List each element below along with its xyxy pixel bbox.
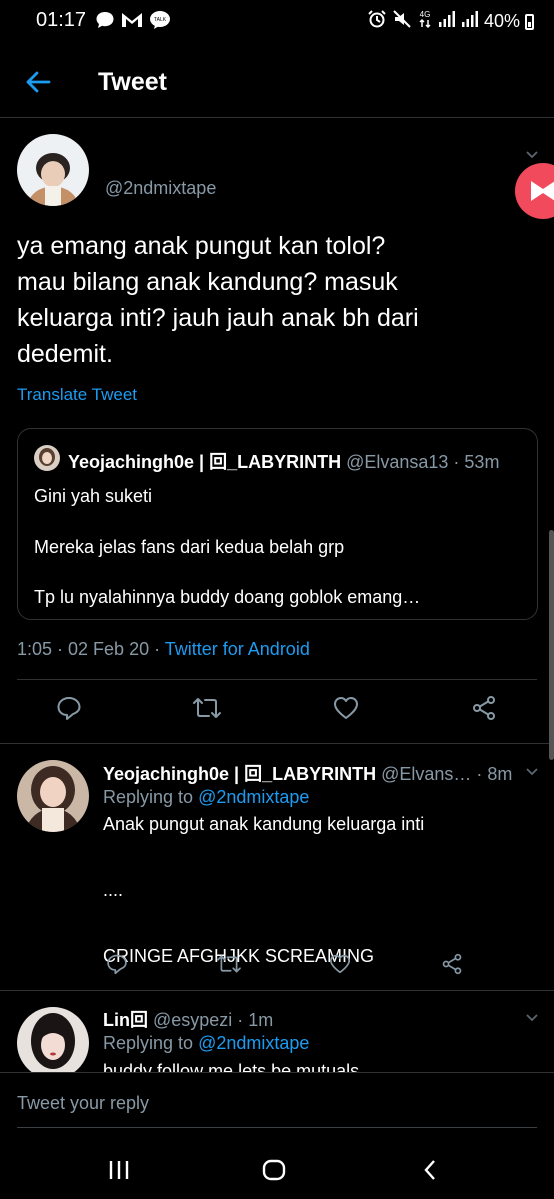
notification-icons: TALK xyxy=(95,10,171,35)
tweet-meta: 1:05 · 02 Feb 20 · Twitter for Android xyxy=(17,639,310,660)
reply-handle-time: @Elvans… · 8m xyxy=(376,764,513,784)
retweet-icon xyxy=(217,955,241,973)
floating-bubble-button[interactable] xyxy=(515,163,554,219)
reply-text: buddy follow me lets be mutuals xyxy=(103,1061,360,1072)
reply-tweet[interactable]: Yeojachingh0e | 回_LABYRINTH @Elvans… · 8… xyxy=(0,744,554,990)
share-button[interactable] xyxy=(437,949,467,979)
quote-line: Gini yah suketi xyxy=(34,486,153,506)
mute-icon xyxy=(392,9,412,34)
reply-header: Yeojachingh0e | 回_LABYRINTH @Elvans… · 8… xyxy=(103,760,512,786)
bowtie-icon xyxy=(531,181,554,201)
tweet-timestamp: 1:05 · 02 Feb 20 · xyxy=(17,639,165,659)
reply-author-name: Lin回 xyxy=(103,1010,148,1030)
quote-avatar xyxy=(34,445,60,471)
reply-icon xyxy=(57,697,81,720)
reply-header: Lin回 @esypezi · 1m xyxy=(103,1006,273,1032)
quote-handle-time: @Elvansa13 · 53m xyxy=(341,452,500,472)
scrollbar[interactable] xyxy=(549,530,554,760)
reply-handle-time: @esypezi · 1m xyxy=(148,1010,274,1030)
replying-to-mention[interactable]: @2ndmixtape xyxy=(198,1033,309,1053)
input-underline xyxy=(17,1127,537,1128)
home-icon xyxy=(262,1159,286,1181)
retweet-icon xyxy=(193,698,221,718)
battery-percent: 40% xyxy=(483,11,520,31)
svg-text:TALK: TALK xyxy=(154,17,167,23)
page-title: Tweet xyxy=(98,68,167,96)
app-header: Tweet xyxy=(0,44,554,118)
reply-input[interactable] xyxy=(17,1093,537,1114)
reply-author-name: Yeojachingh0e | 回_LABYRINTH xyxy=(103,764,377,784)
chat-bubble-icon xyxy=(95,10,115,35)
replying-to-label: Replying to xyxy=(103,1033,199,1053)
tweet-handle[interactable]: @2ndmixtape xyxy=(105,178,216,199)
system-nav-bar xyxy=(0,1142,554,1199)
network-4g-icon: 4G xyxy=(417,9,433,34)
quoted-tweet[interactable]: Yeojachingh0e | 回_LABYRINTH @Elvansa13 ·… xyxy=(17,428,538,620)
share-icon xyxy=(473,696,495,720)
quote-header: Yeojachingh0e | 回_LABYRINTH @Elvansa13 ·… xyxy=(68,448,499,474)
share-button[interactable] xyxy=(469,693,499,723)
system-status: 4G 40% xyxy=(367,9,534,34)
recent-apps-button[interactable] xyxy=(99,1154,139,1186)
status-bar: 01:17 TALK 4G 40% xyxy=(0,0,554,44)
home-button[interactable] xyxy=(254,1154,294,1186)
tweet-actions xyxy=(0,693,554,743)
retweet-button[interactable] xyxy=(214,949,244,979)
reply-text: Anak pungut anak kandung keluarga inti .… xyxy=(103,814,425,966)
quote-line: Tp lu nyalahinnya buddy doang goblok ema… xyxy=(34,587,421,607)
reply-icon xyxy=(107,954,127,975)
heart-icon xyxy=(334,697,358,719)
battery-icon xyxy=(525,13,534,30)
reply-tweet[interactable]: Lin回 @esypezi · 1m Replying to @2ndmixta… xyxy=(0,991,554,1072)
signal-icon-2 xyxy=(461,10,479,33)
quote-author-name: Yeojachingh0e | 回_LABYRINTH xyxy=(68,452,342,472)
back-chevron-icon xyxy=(424,1160,435,1180)
replying-to: Replying to @2ndmixtape xyxy=(103,1033,309,1054)
like-button[interactable] xyxy=(331,693,361,723)
avatar[interactable] xyxy=(17,760,89,832)
recent-apps-icon xyxy=(109,1161,129,1179)
chevron-down-icon[interactable] xyxy=(526,1011,538,1023)
tweet-text: ya emang anak pungut kan tolol? mau bila… xyxy=(17,232,419,368)
replying-to: Replying to @2ndmixtape xyxy=(103,787,309,808)
avatar[interactable] xyxy=(17,1007,89,1072)
svg-text:4G: 4G xyxy=(420,10,431,19)
reply-button[interactable] xyxy=(102,949,132,979)
kakaotalk-icon: TALK xyxy=(149,10,171,35)
gmail-icon xyxy=(121,11,143,34)
share-icon xyxy=(442,953,462,975)
quote-line: Mereka jelas fans dari kedua belah grp xyxy=(34,537,345,557)
tweet-client-link[interactable]: Twitter for Android xyxy=(165,639,310,659)
replying-to-mention[interactable]: @2ndmixtape xyxy=(198,787,309,807)
replying-to-label: Replying to xyxy=(103,787,199,807)
reply-button[interactable] xyxy=(54,693,84,723)
alarm-icon xyxy=(367,9,387,34)
back-nav-button[interactable] xyxy=(410,1154,450,1186)
reply-composer xyxy=(0,1072,554,1142)
back-button[interactable] xyxy=(22,66,54,98)
signal-icon xyxy=(438,10,456,33)
retweet-button[interactable] xyxy=(192,693,222,723)
avatar[interactable] xyxy=(17,134,89,206)
status-time: 01:17 xyxy=(36,9,87,31)
like-button[interactable] xyxy=(325,949,355,979)
divider xyxy=(17,679,537,680)
translate-tweet-link[interactable]: Translate Tweet xyxy=(17,385,137,405)
chevron-down-icon[interactable] xyxy=(526,765,538,777)
back-arrow-icon xyxy=(26,71,51,93)
heart-icon xyxy=(330,954,350,974)
chevron-down-icon[interactable] xyxy=(526,148,538,160)
